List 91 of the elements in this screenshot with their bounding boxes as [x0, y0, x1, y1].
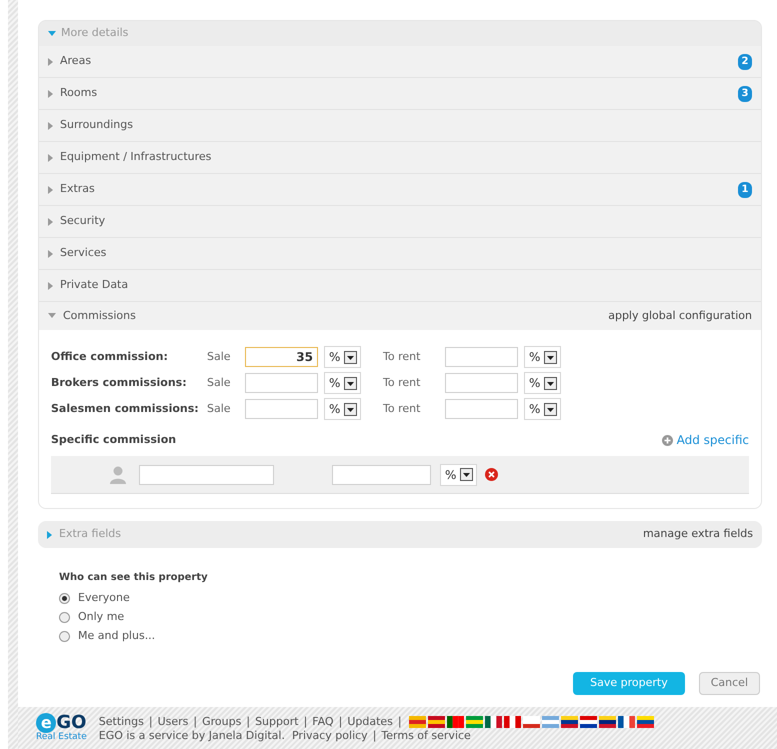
footer-link[interactable]: Settings: [98, 715, 144, 729]
collapsed-arrow-icon: [48, 90, 53, 98]
radio-button[interactable]: [59, 612, 70, 623]
unit-select[interactable]: %: [324, 398, 361, 420]
rent-label: To rent: [382, 374, 422, 391]
specific-commission-title: Specific commission: [51, 432, 178, 448]
section-row[interactable]: Areas 2: [39, 46, 761, 78]
section-row[interactable]: Extras 1: [39, 174, 761, 206]
unit-select[interactable]: %: [324, 346, 361, 368]
flag-icon[interactable]: [428, 716, 445, 728]
footer-link[interactable]: FAQ: [312, 715, 334, 729]
rent-label: To rent: [382, 400, 422, 417]
input-field[interactable]: [445, 373, 518, 393]
count-badge: 3: [738, 86, 752, 102]
flag-icon[interactable]: [522, 716, 540, 728]
footer-link[interactable]: Support: [255, 715, 299, 729]
radio-button[interactable]: [59, 631, 70, 642]
section-row[interactable]: Private Data: [39, 270, 761, 302]
footer-link[interactable]: Groups: [202, 715, 242, 729]
separator: |: [372, 729, 376, 743]
unit-select[interactable]: %: [524, 398, 561, 420]
collapsed-arrow-icon: [48, 58, 53, 66]
flag-icon[interactable]: [446, 716, 464, 728]
collapsed-arrow-icon: [48, 186, 53, 194]
service-text: EGO is a service by Janela Digital.: [98, 729, 285, 743]
collapsed-arrow-icon: [48, 218, 53, 226]
remove-icon[interactable]: [485, 468, 498, 481]
count-badge: 2: [738, 54, 752, 70]
rent-label: To rent: [382, 348, 422, 365]
visibility-title: Who can see this property: [59, 571, 209, 585]
commission-label: Brokers commissions:: [51, 374, 188, 391]
expanded-arrow-icon: [48, 313, 56, 319]
logo-name: GO: [56, 714, 86, 732]
separator: |: [246, 715, 250, 729]
manage-extra-fields-link[interactable]: manage extra fields: [642, 526, 753, 543]
input-field[interactable]: [139, 464, 274, 484]
collapsed-arrow-icon: [48, 250, 53, 258]
section-row[interactable]: Services: [39, 238, 761, 270]
radio-label: Only me: [78, 609, 124, 626]
count-badge: 1: [738, 182, 752, 198]
input-field[interactable]: [245, 373, 318, 393]
unit-select[interactable]: %: [324, 372, 361, 394]
input-field[interactable]: [245, 399, 318, 419]
input-field[interactable]: 35: [245, 347, 318, 367]
radio-button[interactable]: [59, 593, 70, 604]
separator: |: [193, 715, 198, 729]
sale-label: Sale: [207, 348, 232, 365]
sale-label: Sale: [207, 374, 232, 391]
unit-select[interactable]: %: [440, 464, 477, 486]
apply-global-link[interactable]: apply global configuration: [608, 308, 752, 324]
person-icon: [109, 466, 127, 484]
commission-label: Office commission:: [51, 348, 169, 365]
collapsed-arrow-icon: [48, 122, 53, 130]
flag-icon[interactable]: [560, 716, 578, 728]
sale-label: Sale: [207, 400, 232, 417]
unit-select[interactable]: %: [524, 372, 561, 394]
input-field[interactable]: [445, 347, 518, 367]
separator: |: [398, 715, 402, 729]
section-row[interactable]: Equipment / Infrastructures: [39, 142, 761, 174]
section-row[interactable]: Rooms 3: [39, 78, 761, 110]
add-specific-link[interactable]: Add specific: [662, 431, 749, 449]
plus-icon: [662, 434, 673, 446]
footer-link[interactable]: Terms of service: [381, 729, 471, 743]
flag-icon[interactable]: [484, 716, 502, 728]
flag-icon[interactable]: [598, 716, 616, 728]
commissions-header[interactable]: Commissions apply global configuration: [39, 302, 761, 330]
separator: |: [148, 715, 153, 729]
commission-label: Salesmen commissions:: [51, 400, 200, 417]
separator: |: [338, 715, 342, 729]
footer-link[interactable]: Users: [158, 715, 188, 729]
input-field[interactable]: [445, 399, 518, 419]
section-row[interactable]: Security: [39, 206, 761, 238]
collapsed-arrow-icon: [47, 530, 52, 538]
unit-select[interactable]: %: [524, 346, 561, 368]
collapsed-arrow-icon: [48, 154, 53, 162]
extra-fields-header[interactable]: Extra fields manage extra fields: [38, 521, 762, 548]
cancel-button[interactable]: Cancel: [698, 672, 760, 695]
radio-label: Me and plus...: [78, 628, 156, 644]
footer-link[interactable]: Privacy policy: [292, 729, 368, 743]
flag-icon[interactable]: [618, 716, 635, 728]
flag-icon[interactable]: [580, 716, 597, 728]
separator: |: [304, 715, 308, 729]
radio-label: Everyone: [78, 590, 130, 606]
flag-icon[interactable]: [504, 716, 521, 728]
section-row[interactable]: Surroundings: [39, 110, 761, 142]
collapsed-arrow-icon: [48, 282, 53, 290]
flag-icon[interactable]: [636, 716, 654, 728]
footer-link[interactable]: Updates: [347, 715, 393, 729]
logo-subtitle: Real Estate: [36, 733, 87, 742]
logo-mark: e: [36, 713, 56, 733]
input-field[interactable]: [332, 464, 431, 484]
